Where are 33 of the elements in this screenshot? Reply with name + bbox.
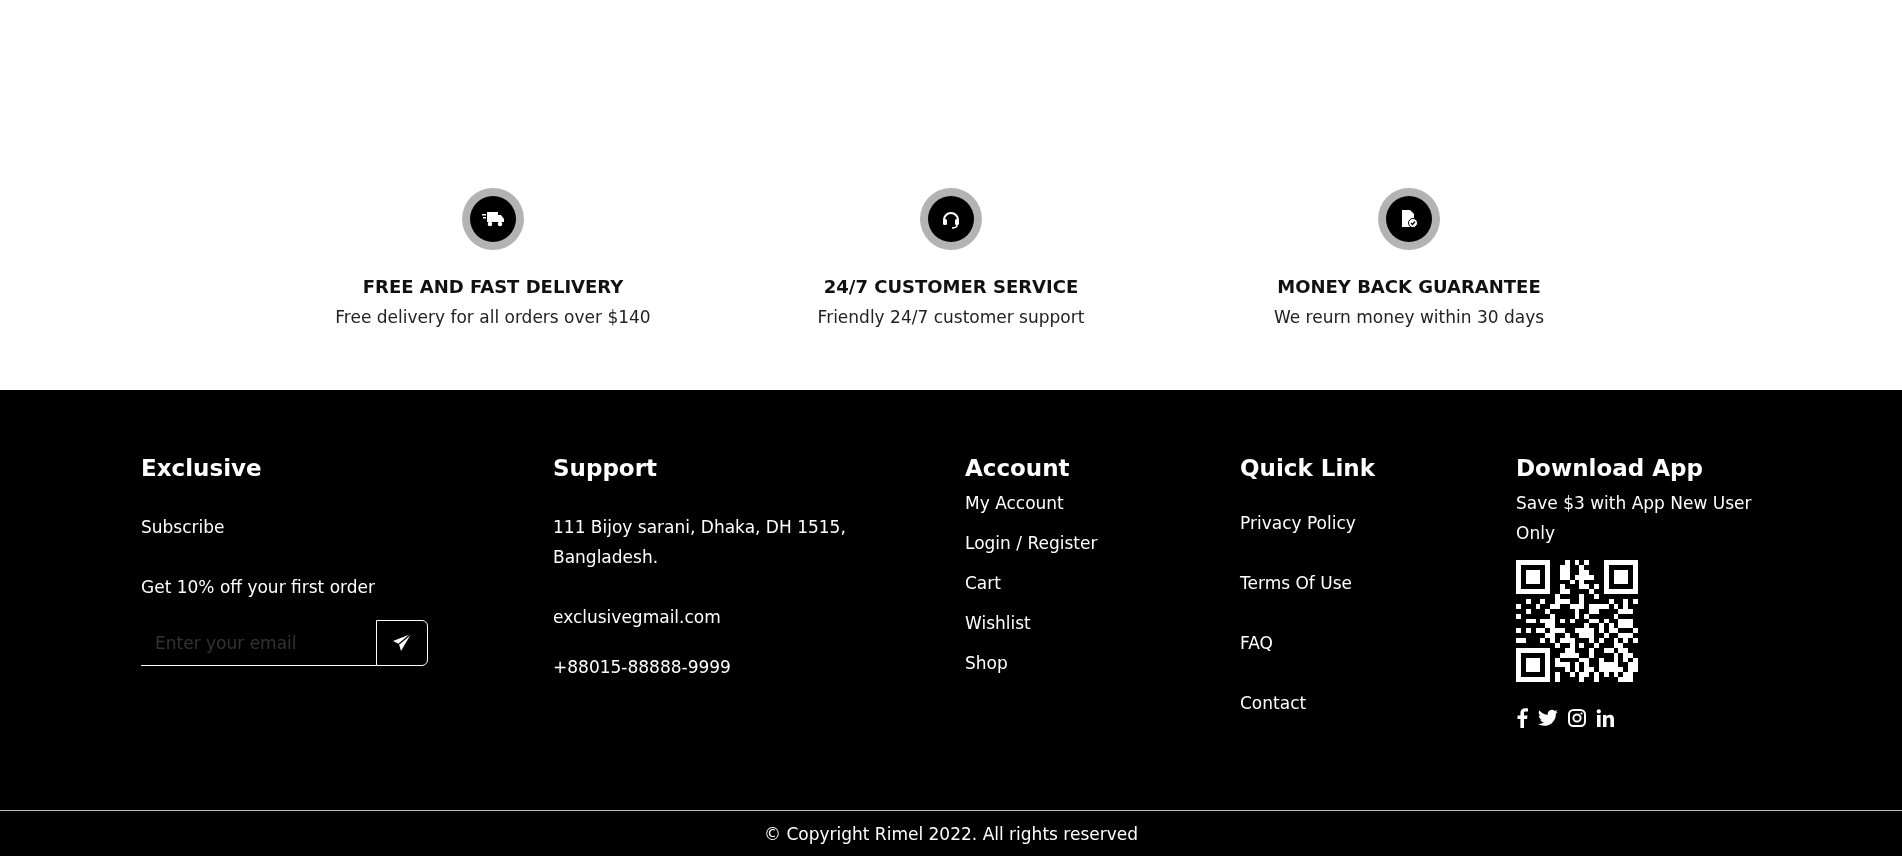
- facebook-icon[interactable]: [1516, 708, 1528, 728]
- footer-link[interactable]: Contact: [1240, 688, 1356, 718]
- footer-link[interactable]: Shop: [965, 648, 1098, 678]
- column-heading: Exclusive: [141, 454, 262, 483]
- email-text: exclusivegmail.com: [553, 606, 721, 629]
- column-heading: Download App: [1516, 454, 1703, 483]
- footer-link[interactable]: My Account: [965, 488, 1098, 518]
- feature-description: Friendly 24/7 customer support: [817, 307, 1085, 327]
- feature-description: Free delivery for all orders over $140: [335, 307, 651, 327]
- subscribe-label: Subscribe: [141, 516, 225, 539]
- copyright-text: © Copyright Rimel 2022. All rights reserved: [764, 823, 1138, 844]
- send-button[interactable]: [376, 620, 428, 666]
- feature-description: We reurn money within 30 days: [1273, 307, 1545, 327]
- feature-title: MONEY BACK GUARANTEE: [1277, 276, 1541, 297]
- app-offer-text: Save $3 with App New User Only: [1516, 492, 1753, 545]
- address-text: 111 Bijoy sarani, Dhaka, DH 1515, Bangladesh.: [553, 516, 847, 569]
- column-heading: Quick Link: [1240, 454, 1375, 483]
- footer-link[interactable]: FAQ: [1240, 628, 1356, 658]
- instagram-icon[interactable]: [1568, 709, 1586, 727]
- footer-link[interactable]: Cart: [965, 568, 1098, 598]
- footer-link[interactable]: Wishlist: [965, 608, 1098, 638]
- column-heading: Support: [553, 454, 657, 483]
- send-icon: [392, 633, 412, 653]
- feature-title: FREE AND FAST DELIVERY: [362, 276, 624, 297]
- footer-link[interactable]: Login / Register: [965, 528, 1098, 558]
- twitter-icon[interactable]: [1538, 709, 1558, 727]
- phone-text: +88015-88888-9999: [553, 656, 731, 679]
- column-heading: Account: [965, 454, 1070, 483]
- feature-title: 24/7 CUSTOMER SERVICE: [823, 276, 1079, 297]
- footer-link[interactable]: Privacy Policy: [1240, 508, 1356, 538]
- linkedin-icon[interactable]: [1596, 709, 1614, 727]
- offer-text: Get 10% off your first order: [141, 576, 375, 599]
- footer-link[interactable]: Terms Of Use: [1240, 568, 1356, 598]
